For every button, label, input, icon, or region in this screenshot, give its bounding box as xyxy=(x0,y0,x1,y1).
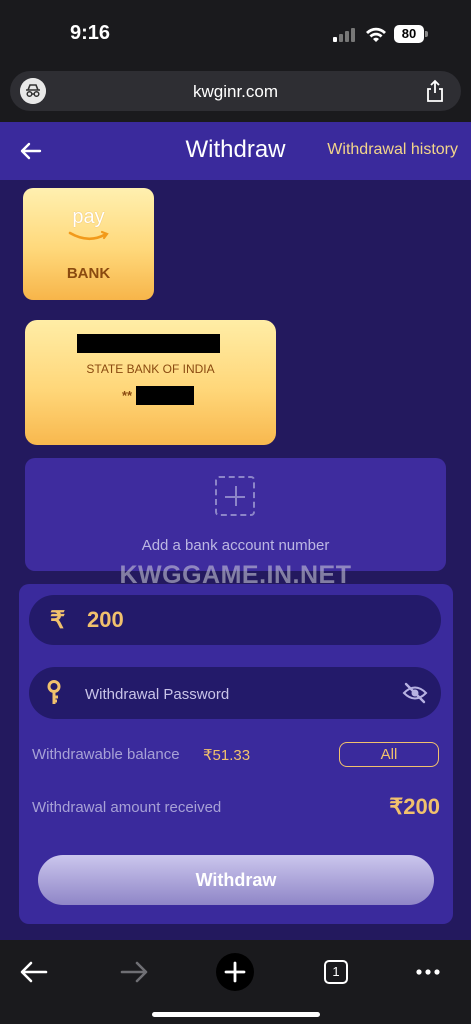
amount-input[interactable]: 200 xyxy=(87,607,387,633)
bank-name: STATE BANK OF INDIA xyxy=(86,362,215,376)
watermark: KWGGAME.IN.NET xyxy=(119,561,352,589)
amount-field[interactable]: ₹ 200 xyxy=(29,595,441,645)
eye-hidden-icon[interactable] xyxy=(402,682,428,704)
status-time: 9:16 xyxy=(70,22,111,44)
browser-toolbar: 1 xyxy=(0,940,471,1024)
withdrawal-password-input[interactable] xyxy=(85,684,385,704)
redacted-account-holder xyxy=(77,334,220,353)
withdrawable-balance-label: Withdrawable balance xyxy=(32,746,180,763)
withdraw-content: pay BANK STATE BANK OF INDIA ** Add a ba… xyxy=(0,180,471,940)
amount-received-value: ₹200 xyxy=(389,794,440,819)
browser-back-icon[interactable] xyxy=(14,952,54,992)
add-bank-label: Add a bank account number xyxy=(141,537,330,554)
page-header: Withdraw Withdrawal history xyxy=(0,122,471,180)
browser-forward-icon[interactable] xyxy=(114,952,154,992)
withdraw-all-button[interactable]: All xyxy=(339,742,439,767)
amount-received-label: Withdrawal amount received xyxy=(32,799,222,816)
battery-tip xyxy=(425,31,428,37)
withdraw-submit-button[interactable]: Withdraw xyxy=(38,855,434,905)
payment-method-bank[interactable]: pay BANK xyxy=(23,188,154,300)
rupee-icon: ₹ xyxy=(50,607,66,634)
key-icon xyxy=(47,680,61,704)
masked-account-prefix: ** xyxy=(122,388,133,403)
pay-logo: pay xyxy=(72,206,105,228)
payment-method-label: BANK xyxy=(66,265,111,282)
url-text: kwginr.com xyxy=(192,82,279,101)
redacted-account-number xyxy=(136,386,194,405)
add-bank-account-button[interactable]: Add a bank account number xyxy=(25,458,446,571)
tab-count: 1 xyxy=(324,960,348,984)
home-indicator xyxy=(152,1012,320,1017)
browser-url-area: kwginr.com xyxy=(0,66,471,122)
bank-account-card[interactable]: STATE BANK OF INDIA ** xyxy=(25,320,276,445)
cellular-signal-icon xyxy=(333,28,359,42)
wifi-icon xyxy=(366,27,386,42)
password-field[interactable] xyxy=(29,667,441,719)
address-bar[interactable]: kwginr.com xyxy=(10,71,461,111)
more-menu-icon[interactable] xyxy=(408,952,448,992)
tab-switcher-button[interactable]: 1 xyxy=(316,952,356,992)
new-tab-icon[interactable] xyxy=(215,952,255,992)
withdrawable-balance-value: ₹51.33 xyxy=(203,747,251,764)
withdraw-form: ₹ 200 Withdrawable balance ₹51.33 All Wi… xyxy=(19,584,453,924)
battery-indicator: 80 xyxy=(394,25,424,43)
status-bar: 9:16 80 xyxy=(0,0,471,66)
share-icon[interactable] xyxy=(425,79,445,103)
add-plus-icon xyxy=(215,476,255,516)
withdrawal-history-link[interactable]: Withdrawal history xyxy=(327,141,458,159)
pay-smile-icon xyxy=(68,230,109,241)
